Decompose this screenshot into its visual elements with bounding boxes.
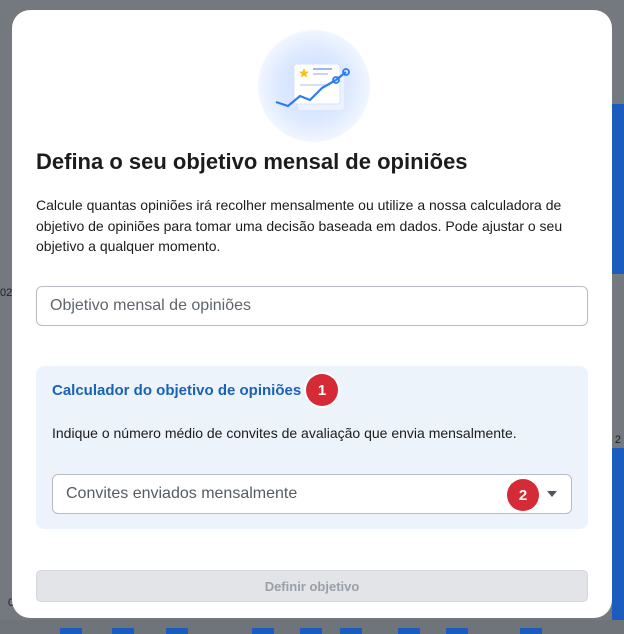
step-marker-1: 1 <box>306 374 338 406</box>
step-marker-2: 2 <box>507 479 539 511</box>
background-edge-label: 2 <box>614 434 621 446</box>
monthly-invites-select[interactable]: Convites enviados mensalmente 2 <box>52 474 572 514</box>
calculator-title: Calculador do objetivo de opiniões <box>52 382 302 399</box>
set-goal-button[interactable]: Definir objetivo <box>36 570 588 602</box>
dialog-title: Defina o seu objetivo mensal de opiniões <box>36 149 468 174</box>
goal-dialog: Defina o seu objetivo mensal de opiniões… <box>12 10 612 618</box>
background-chart-bar <box>612 448 624 634</box>
goal-calculator-panel: Calculador do objetivo de opiniões 1 Ind… <box>36 366 588 529</box>
background-bottom-strip <box>0 620 624 634</box>
select-value: Convites enviados mensalmente <box>66 485 298 502</box>
background-chart-bar <box>612 104 624 274</box>
chevron-down-icon <box>547 491 557 497</box>
growth-chart-illustration-icon <box>258 30 370 142</box>
dialog-description: Calcule quantas opiniões irá recolher me… <box>36 197 563 254</box>
background-edge-label: 02 <box>0 287 13 299</box>
calculator-description: Indique o número médio de convites de av… <box>52 425 517 441</box>
monthly-goal-input[interactable] <box>36 286 588 326</box>
